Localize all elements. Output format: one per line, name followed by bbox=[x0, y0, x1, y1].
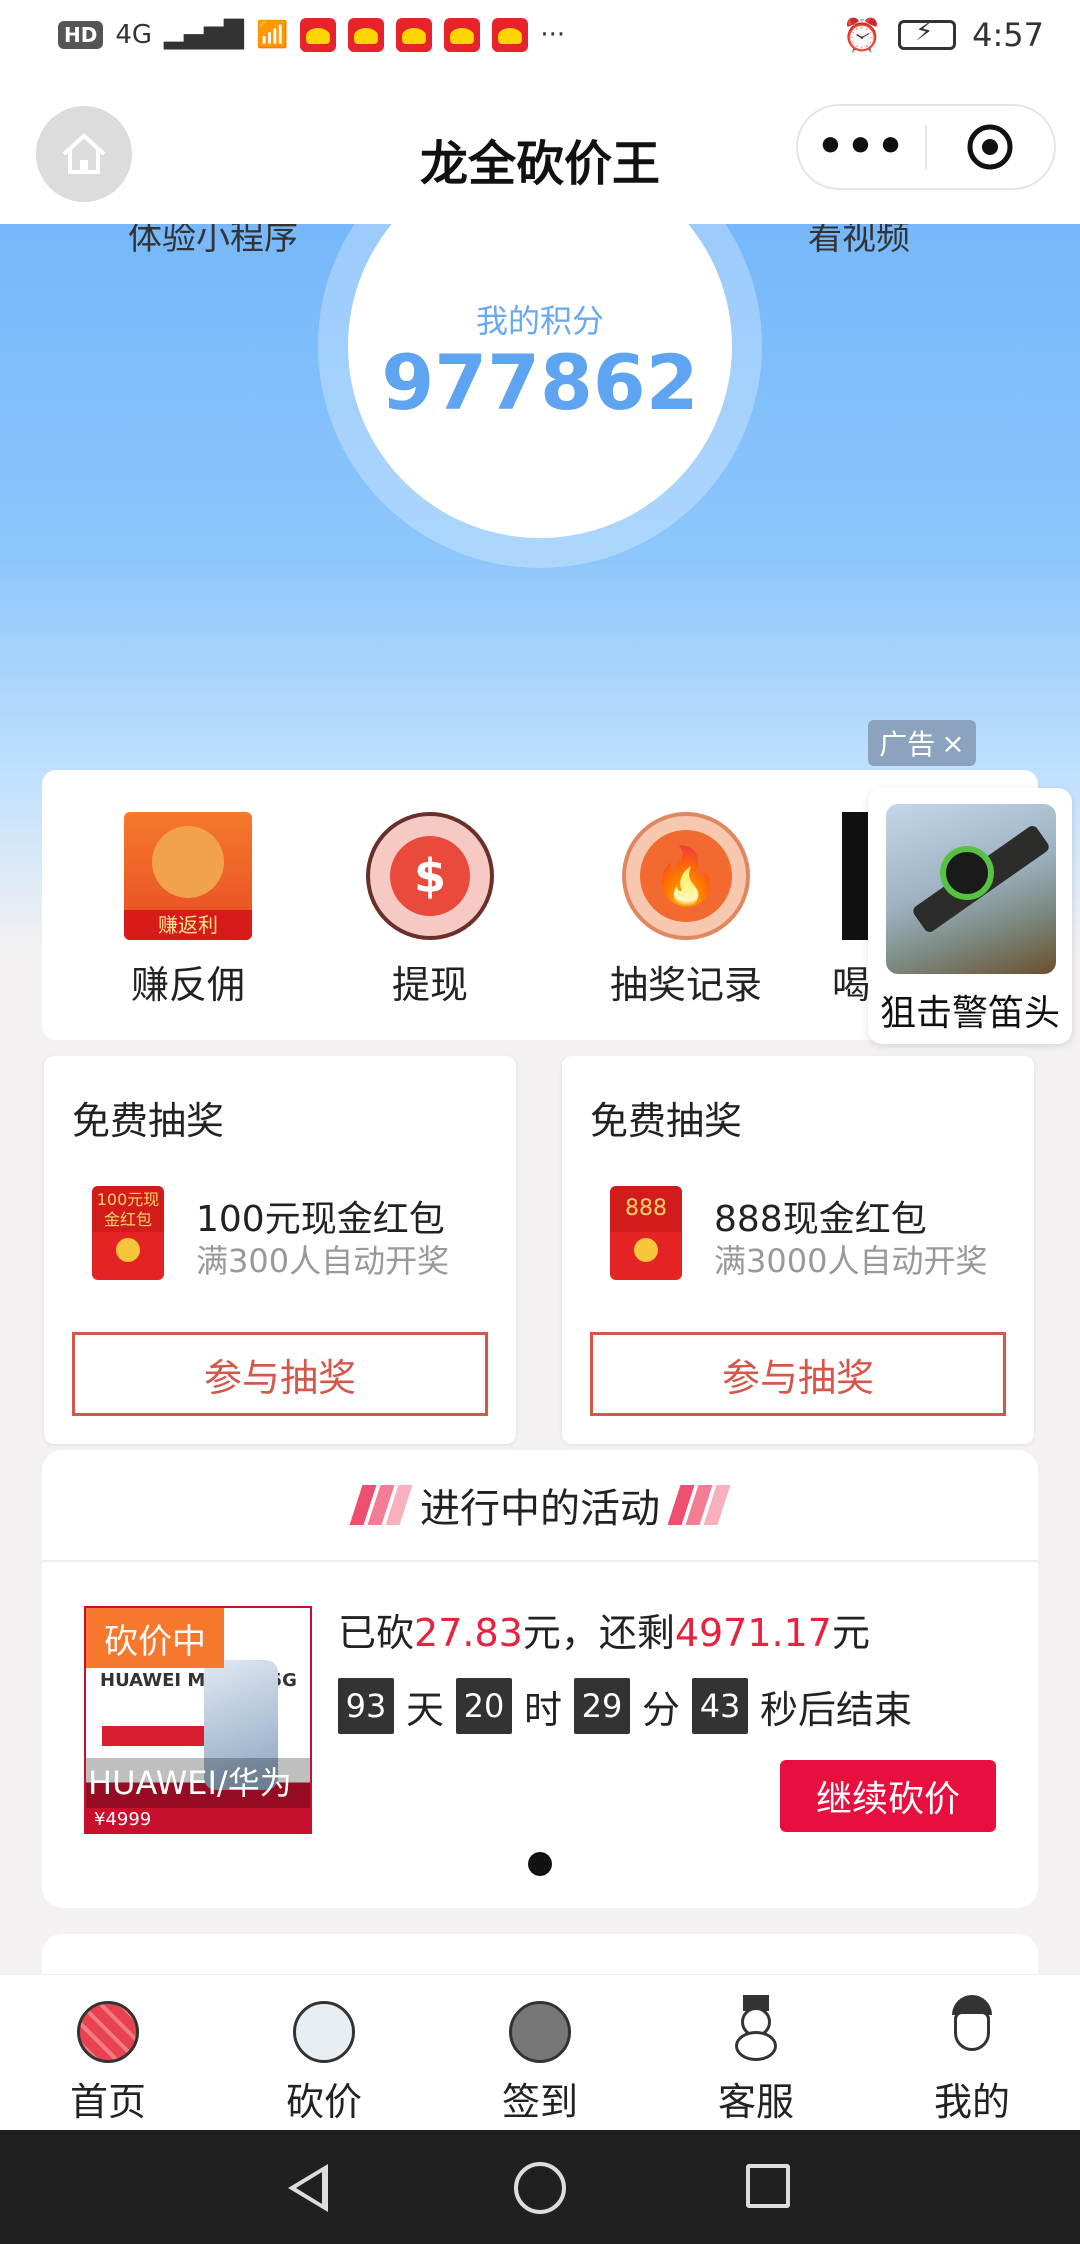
tab-label: 首页 bbox=[69, 2080, 146, 2124]
tab-label: 我的 bbox=[933, 2080, 1010, 2124]
bargained-amount: 27.83 bbox=[414, 1611, 523, 1655]
lottery-card: 免费抽奖 100元现金红包 100元现金红包 满300人自动开奖 参与抽奖 bbox=[44, 1056, 516, 1444]
red-envelope-icon: 100元现金红包 bbox=[92, 1186, 164, 1280]
tab-home[interactable]: 首页 bbox=[18, 1995, 198, 2126]
prize-name: 100元现金红包 bbox=[196, 1199, 445, 1240]
mini-program-task-link[interactable]: 体验小程序 bbox=[128, 224, 298, 259]
star-ornament-icon bbox=[509, 2001, 571, 2063]
continue-bargain-button[interactable]: 继续砍价 bbox=[780, 1760, 996, 1832]
earn-commission-icon bbox=[124, 812, 252, 940]
snow-globe-icon bbox=[293, 2001, 355, 2063]
wifi-icon: 📶 bbox=[256, 20, 289, 50]
activities-title: 进行中的活动 bbox=[420, 1486, 660, 1532]
hd-indicator: HD bbox=[58, 21, 104, 49]
tab-mine[interactable]: 我的 bbox=[882, 1995, 1062, 2126]
prize-condition: 满300人自动开奖 bbox=[196, 1242, 450, 1280]
countdown-hours: 20 bbox=[456, 1678, 513, 1734]
activities-header: 进行中的活动 bbox=[42, 1450, 1038, 1562]
join-lottery-button[interactable]: 参与抽奖 bbox=[590, 1332, 1006, 1416]
notification-app-icon bbox=[444, 18, 481, 52]
menu-item-label: 提现 bbox=[391, 963, 468, 1007]
ongoing-activities: 进行中的活动 HUAWEI Mate40 5G 砍价中 HUAWEI/华为 ¥4… bbox=[42, 1450, 1038, 1908]
notification-app-icon bbox=[492, 18, 529, 52]
score-label: 我的积分 bbox=[475, 302, 604, 340]
fire-icon: 🔥 bbox=[622, 812, 750, 940]
menu-item-lottery-records[interactable]: 🔥 抽奖记录 bbox=[586, 812, 786, 1009]
product-image[interactable]: HUAWEI Mate40 5G 砍价中 HUAWEI/华为 ¥4999 bbox=[84, 1606, 312, 1834]
prize-condition: 满3000人自动开奖 bbox=[714, 1242, 988, 1280]
carousel-indicator[interactable] bbox=[528, 1852, 552, 1876]
countdown-minutes: 29 bbox=[574, 1678, 631, 1734]
sniper-game-image bbox=[886, 804, 1056, 974]
back-icon[interactable] bbox=[288, 2164, 328, 2212]
status-bar: HD 4G ▂▄▆█ 📶 ··· ⏰ 4:57 bbox=[0, 0, 1080, 82]
network-type: 4G bbox=[115, 20, 153, 50]
menu-item-label: 抽奖记录 bbox=[609, 963, 762, 1007]
menu-item-earn-commission[interactable]: 赚反佣 bbox=[88, 812, 288, 1009]
red-ornament-icon bbox=[77, 2001, 139, 2063]
join-lottery-button[interactable]: 参与抽奖 bbox=[72, 1332, 488, 1416]
bargaining-badge: 砍价中 bbox=[86, 1608, 224, 1668]
system-navigation-bar bbox=[0, 2130, 1080, 2244]
countdown-timer: 93 天 20 时 29 分 43 秒后结束 bbox=[338, 1678, 912, 1734]
tab-bargain[interactable]: 砍价 bbox=[234, 1995, 414, 2126]
status-left: HD 4G ▂▄▆█ 📶 ··· bbox=[58, 18, 565, 52]
money-bag-icon: $ bbox=[366, 812, 494, 940]
tab-customer-service[interactable]: 客服 bbox=[666, 1995, 846, 2126]
remaining-amount: 4971.17 bbox=[674, 1611, 832, 1655]
product-price: ¥4999 bbox=[94, 1809, 152, 1830]
menu-item-label: 赚反佣 bbox=[130, 963, 245, 1007]
target-icon bbox=[967, 124, 1013, 170]
lottery-title: 免费抽奖 bbox=[72, 1099, 225, 1143]
bargain-progress: 已砍27.83元，还剩4971.17元 bbox=[338, 1611, 870, 1655]
score-value: 977862 bbox=[381, 338, 699, 427]
recent-apps-icon[interactable] bbox=[746, 2164, 790, 2208]
product-name: HUAWEI/华为 bbox=[86, 1758, 310, 1808]
countdown-days: 93 bbox=[338, 1678, 394, 1734]
signal-icon: ▂▄▆█ bbox=[164, 20, 245, 50]
bottom-tab-bar: 首页 砍价 签到 客服 我的 bbox=[0, 1974, 1080, 2130]
decorative-stripes-icon bbox=[667, 1485, 731, 1525]
capsule-menu: ••• bbox=[796, 104, 1056, 190]
notification-app-icon bbox=[300, 18, 337, 52]
tab-label: 客服 bbox=[717, 2080, 794, 2124]
menu-item-withdraw[interactable]: $ 提现 bbox=[330, 812, 530, 1009]
santa-icon bbox=[944, 1995, 1000, 2057]
tab-label: 砍价 bbox=[285, 2080, 362, 2124]
ad-tag-text: 广告 bbox=[879, 728, 936, 761]
ad-title: 狙击警笛头 bbox=[879, 993, 1060, 1034]
alarm-icon: ⏰ bbox=[842, 16, 883, 54]
close-mini-program-button[interactable] bbox=[927, 122, 1054, 172]
decorative-stripes-icon bbox=[349, 1485, 413, 1525]
clock: 4:57 bbox=[972, 16, 1044, 54]
prize-name: 888现金红包 bbox=[714, 1199, 927, 1240]
notification-app-icon bbox=[348, 18, 385, 52]
watch-video-task-link[interactable]: 看视频 bbox=[808, 224, 910, 259]
snowman-icon bbox=[731, 1995, 781, 2061]
red-envelope-icon: 888 bbox=[610, 1186, 682, 1280]
lottery-card: 免费抽奖 888 888现金红包 满3000人自动开奖 参与抽奖 bbox=[562, 1056, 1034, 1444]
ad-label[interactable]: 广告 × bbox=[868, 720, 976, 766]
home-circle-icon[interactable] bbox=[514, 2162, 566, 2214]
floating-ad[interactable]: 狙击警笛头 bbox=[868, 788, 1072, 1044]
mini-program-title-bar: 龙全砍价王 ••• bbox=[0, 82, 1080, 224]
more-options-button[interactable]: ••• bbox=[798, 125, 925, 169]
tab-checkin[interactable]: 签到 bbox=[450, 1995, 630, 2126]
notification-app-icon bbox=[396, 18, 433, 52]
battery-icon bbox=[898, 17, 957, 50]
countdown-seconds: 43 bbox=[692, 1678, 749, 1734]
close-icon[interactable]: × bbox=[941, 727, 964, 760]
lottery-title: 免费抽奖 bbox=[590, 1099, 743, 1143]
status-right: ⏰ 4:57 bbox=[842, 16, 1044, 54]
tab-label: 签到 bbox=[501, 2080, 578, 2124]
more-notifications-icon: ··· bbox=[540, 20, 566, 50]
